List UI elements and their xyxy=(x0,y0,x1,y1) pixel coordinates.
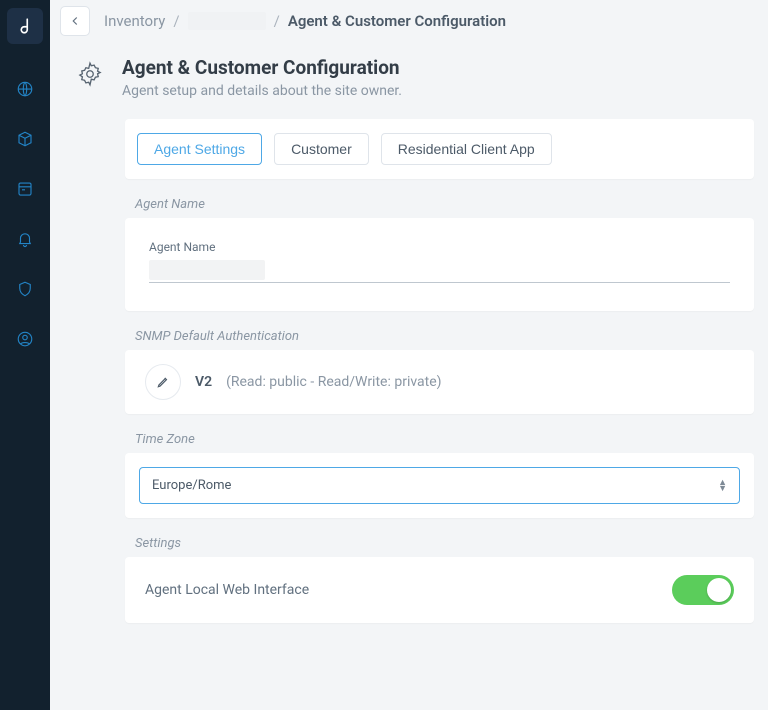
breadcrumb-current: Agent & Customer Configuration xyxy=(288,12,506,30)
breadcrumb-sep: / xyxy=(173,12,179,30)
side-nav xyxy=(0,0,50,710)
breadcrumb-masked[interactable] xyxy=(188,12,266,30)
settings-item-label: Agent Local Web Interface xyxy=(145,582,309,598)
settings-panel: Agent Local Web Interface xyxy=(125,557,754,623)
gear-icon xyxy=(72,56,108,92)
breadcrumb-row: Inventory / / Agent & Customer Configura… xyxy=(50,0,768,42)
timezone-value: Europe/Rome xyxy=(152,478,231,493)
snmp-panel: V2 (Read: public - Read/Write: private) xyxy=(125,350,754,414)
tab-agent-settings[interactable]: Agent Settings xyxy=(137,133,262,165)
agent-name-field-label: Agent Name xyxy=(149,240,730,254)
tab-residential[interactable]: Residential Client App xyxy=(381,133,552,165)
snmp-version: V2 xyxy=(195,374,212,390)
shield-icon[interactable] xyxy=(14,278,36,300)
timezone-panel: Europe/Rome ▲▼ xyxy=(125,453,754,518)
section-label-timezone: Time Zone xyxy=(135,432,754,447)
agent-name-panel: Agent Name xyxy=(125,218,754,311)
local-web-toggle[interactable] xyxy=(672,575,734,605)
page-header: Agent & Customer Configuration Agent set… xyxy=(50,42,768,119)
content: Agent Settings Customer Residential Clie… xyxy=(50,119,768,623)
section-label-agent-name: Agent Name xyxy=(135,197,754,212)
bell-icon[interactable] xyxy=(14,228,36,250)
globe-icon[interactable] xyxy=(14,78,36,100)
breadcrumb-root[interactable]: Inventory xyxy=(104,12,165,30)
page-subtitle: Agent setup and details about the site o… xyxy=(122,83,402,99)
edit-snmp-button[interactable] xyxy=(145,364,181,400)
user-icon[interactable] xyxy=(14,328,36,350)
agent-name-value[interactable] xyxy=(149,260,265,280)
dashboard-icon[interactable] xyxy=(14,178,36,200)
section-label-snmp: SNMP Default Authentication xyxy=(135,329,754,344)
main-area: Inventory / / Agent & Customer Configura… xyxy=(50,0,768,710)
input-underline xyxy=(149,282,730,283)
back-button[interactable] xyxy=(60,6,90,36)
section-label-settings: Settings xyxy=(135,536,754,551)
stepper-icon: ▲▼ xyxy=(718,480,727,492)
breadcrumb: Inventory / / Agent & Customer Configura… xyxy=(104,12,506,30)
tab-customer[interactable]: Customer xyxy=(274,133,369,165)
page-title: Agent & Customer Configuration xyxy=(122,56,402,79)
pencil-icon xyxy=(156,375,170,389)
snmp-detail: (Read: public - Read/Write: private) xyxy=(226,374,441,390)
app-logo[interactable] xyxy=(7,8,43,44)
package-icon[interactable] xyxy=(14,128,36,150)
timezone-select[interactable]: Europe/Rome ▲▼ xyxy=(139,467,740,504)
breadcrumb-sep: / xyxy=(274,12,280,30)
tabs-card: Agent Settings Customer Residential Clie… xyxy=(125,119,754,179)
